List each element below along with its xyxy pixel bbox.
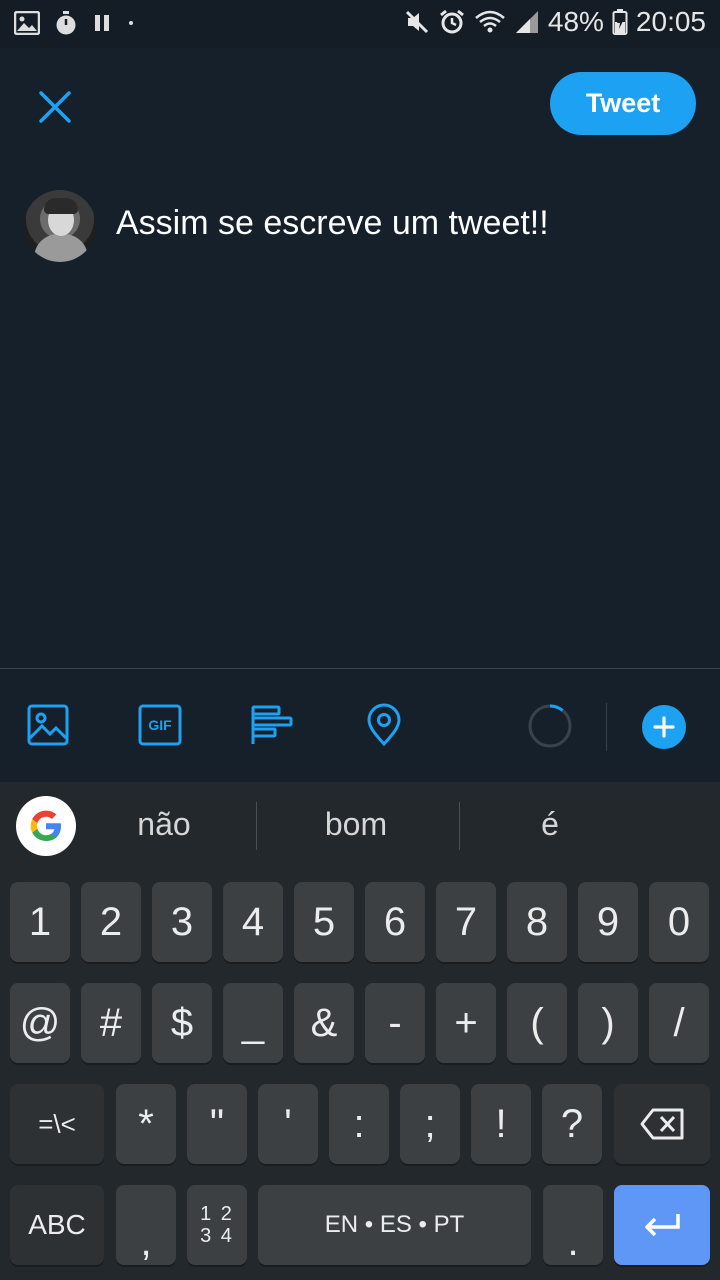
stopwatch-icon	[54, 10, 78, 36]
key-double-quote[interactable]: "	[187, 1084, 247, 1164]
toolbar-divider	[606, 703, 607, 751]
key-underscore[interactable]: _	[223, 983, 283, 1063]
alarm-icon	[438, 8, 466, 36]
gif-label: GIF	[148, 717, 172, 733]
add-gif-button[interactable]: GIF	[138, 703, 182, 747]
status-right: 48% 20:05	[404, 6, 706, 38]
poll-icon	[251, 705, 293, 744]
key-numpad[interactable]: 1 2 3 4	[187, 1185, 247, 1265]
compose-header: Tweet	[0, 48, 720, 160]
location-icon	[367, 703, 401, 747]
key-at[interactable]: @	[10, 983, 70, 1063]
character-count-progress	[528, 704, 572, 748]
key-minus[interactable]: -	[365, 983, 425, 1063]
battery-percent: 48%	[547, 6, 604, 37]
add-image-button[interactable]	[26, 703, 70, 747]
suggestion-1[interactable]: não	[104, 806, 224, 843]
avatar	[24, 190, 96, 262]
status-left-icons	[14, 10, 136, 36]
battery-icon	[612, 8, 628, 36]
key-hash[interactable]: #	[81, 983, 141, 1063]
key-abc[interactable]: ABC	[10, 1185, 104, 1265]
key-more-symbols[interactable]: =\<	[10, 1084, 104, 1164]
suggestion-bar: não bom é	[0, 782, 720, 874]
add-poll-button[interactable]	[250, 703, 294, 747]
image-icon	[14, 11, 40, 35]
tweet-text-input[interactable]: Assim se escreve um tweet!!	[116, 204, 549, 243]
key-5[interactable]: 5	[294, 882, 354, 962]
close-button[interactable]	[32, 84, 78, 130]
google-logo-button[interactable]	[16, 796, 76, 856]
plus-icon	[653, 716, 675, 738]
key-ampersand[interactable]: &	[294, 983, 354, 1063]
add-location-button[interactable]	[362, 703, 406, 747]
key-asterisk[interactable]: *	[116, 1084, 176, 1164]
key-backspace[interactable]	[614, 1084, 710, 1164]
compose-toolbar: GIF	[0, 668, 720, 783]
dot-icon	[126, 18, 136, 28]
key-single-quote[interactable]: '	[258, 1084, 318, 1164]
tweet-button[interactable]: Tweet	[550, 72, 696, 135]
clock-time: 20:05	[635, 6, 706, 37]
key-slash[interactable]: /	[649, 983, 709, 1063]
key-1[interactable]: 1	[10, 882, 70, 962]
numpad-bottom-label: 3 4	[200, 1225, 234, 1247]
key-4[interactable]: 4	[223, 882, 283, 962]
key-comma[interactable]: ,	[116, 1185, 176, 1265]
key-enter[interactable]	[614, 1185, 710, 1265]
pause-icon	[92, 12, 112, 34]
key-2[interactable]: 2	[81, 882, 141, 962]
key-7[interactable]: 7	[436, 882, 496, 962]
key-6[interactable]: 6	[365, 882, 425, 962]
suggestion-divider	[256, 802, 257, 850]
google-icon	[30, 810, 61, 841]
add-thread-button[interactable]	[642, 705, 686, 749]
signal-icon	[514, 9, 540, 35]
suggestion-2[interactable]: bom	[296, 806, 416, 843]
key-space[interactable]: EN • ES • PT	[258, 1185, 531, 1265]
key-semicolon[interactable]: ;	[400, 1084, 460, 1164]
image-icon	[27, 704, 69, 746]
wifi-icon	[474, 9, 506, 35]
key-3[interactable]: 3	[152, 882, 212, 962]
key-0[interactable]: 0	[649, 882, 709, 962]
key-8[interactable]: 8	[507, 882, 567, 962]
suggestion-3[interactable]: é	[490, 806, 610, 843]
key-plus[interactable]: +	[436, 983, 496, 1063]
enter-icon	[645, 1214, 680, 1237]
key-period[interactable]: .	[543, 1185, 603, 1265]
mute-icon	[404, 9, 430, 35]
close-icon	[39, 91, 71, 123]
backspace-icon	[640, 1108, 684, 1140]
suggestion-divider	[459, 802, 460, 850]
keyboard: não bom é 1 2 3 4 5 6 7 8 9 0 @ # $ _ & …	[0, 782, 720, 1280]
status-bar: 48% 20:05	[0, 0, 720, 48]
key-dollar[interactable]: $	[152, 983, 212, 1063]
key-colon[interactable]: :	[329, 1084, 389, 1164]
key-exclamation[interactable]: !	[471, 1084, 531, 1164]
key-right-paren[interactable]: )	[578, 983, 638, 1063]
numpad-top-label: 1 2	[200, 1203, 234, 1225]
key-left-paren[interactable]: (	[507, 983, 567, 1063]
key-9[interactable]: 9	[578, 882, 638, 962]
key-question[interactable]: ?	[542, 1084, 602, 1164]
